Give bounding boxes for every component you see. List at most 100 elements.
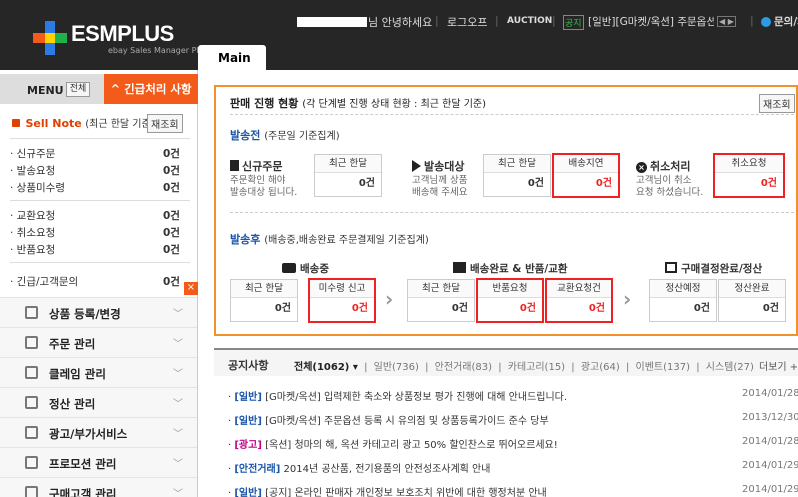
after-heading-subtitle: (배송중,배송완료 주문결제일 기준집계) [264,235,429,246]
group-title: 구매결정완료/정산 [665,261,762,276]
notice-category: [일반] [234,488,262,497]
chevron-down-icon: ﹀ [173,459,183,470]
notice-pager[interactable]: ◀ ▶ [717,16,736,27]
stat-cell-alert[interactable]: 미수령 신고 0건 [308,278,376,323]
stat-cell-value: 0건 [588,303,605,314]
group-desc: 고객님께 상품 배송해 주세요 [412,175,467,199]
group-desc-line: 배송해 주세요 [412,187,468,198]
menu-all-button[interactable]: 전체 [66,82,90,97]
chevron-down-icon: ﹀ [173,369,183,380]
top-utility-bar: 님 안녕하세요 | 로그오프 | AUCTION | 공지 [일반][G마켓/옥… [297,14,798,32]
nav-customer-management[interactable]: 구매고객 관리 ﹀ [0,477,197,497]
sidebar: MENU 전체 ^ 긴급처리 사항 Sell Note (최근 한달 기준) 재… [0,70,198,497]
stat-cell[interactable]: 정산예정 0건 [649,279,717,322]
stat-cell[interactable]: 정산완료 0건 [718,279,786,322]
stat-cell[interactable]: 최근 한달 0건 [314,154,382,197]
group-title-text: 구매결정완료/정산 [681,263,763,275]
filter-safe-trade[interactable]: 안전거래(83) [435,362,492,373]
nav-label: 광고/부가서비스 [49,427,128,441]
notice-row[interactable]: · [광고] [옥션] 청마의 해, 옥션 카테고리 광고 50% 할인찬스로 … [228,436,798,456]
filter-separator: | [625,362,630,373]
divider [230,212,794,213]
nav-settlement-management[interactable]: 정산 관리 ﹀ [0,387,197,417]
panel-refresh-button[interactable]: 재조회 [759,94,795,113]
stat-cell[interactable]: 최근 한달 0건 [407,279,475,322]
group-title: 신규주문 [230,158,282,174]
notice-category: [일반] [234,392,262,403]
panel-title-subtitle: (각 단계별 진행 상태 현황 : 최근 한달 기준) [302,99,487,110]
notice-row[interactable]: · [안전거래] 2014년 공산품, 전기용품의 안전성조사계획 안내 2014… [228,460,798,480]
stat-cell-value: 0건 [527,178,544,189]
notice-row[interactable]: · [일반] [G마켓/옥션] 주문옵션 등록 시 유의점 및 상품등록가이드 … [228,412,798,432]
stat-cell-header: 배송지연 [554,155,618,173]
stat-cell-header: 정산완료 [719,280,785,298]
filter-all[interactable]: 전체(1062) ▾ [294,362,358,373]
notice-row[interactable]: · [일반] [G마켓/옥션] 입력제한 축소와 상품정보 평가 진행에 대해 … [228,388,798,408]
stat-cell-alert[interactable]: 반품요청 0건 [476,278,544,323]
divider: | [552,14,556,27]
count-row[interactable]: · 신규주문 0건 [10,146,185,160]
stat-cell-value: 0건 [595,178,612,189]
esmplus-logo[interactable]: ESMPLUS ebay Sales Manager Plus [31,19,208,61]
notice-date: 2014/01/28 [742,436,798,447]
count-value: 0건 [163,276,180,288]
group-title: × 취소처리 [636,158,690,174]
nav-ad-services[interactable]: 광고/부가서비스 ﹀ [0,417,197,447]
divider [10,262,190,263]
count-row[interactable]: · 반품요청 0건 [10,242,185,256]
notice-board: 공지사항 전체(1062) ▾ | 일반(736) | 안전거래(83) | 카… [214,348,798,497]
count-row[interactable]: · 발송요청 0건 [10,163,185,177]
tab-main[interactable]: Main [198,45,266,70]
stat-cell-header: 최근 한달 [315,155,381,173]
notice-more-link[interactable]: 더보기 + [759,358,798,373]
stat-cell-alert[interactable]: 취소요청 0건 [713,153,785,198]
nav-promotion-management[interactable]: 프로모션 관리 ﹀ [0,447,197,477]
urgent-items-tab[interactable]: ^ 긴급처리 사항 [104,74,198,104]
nav-label: 구매고객 관리 [49,487,117,497]
filter-ad[interactable]: 광고(64) [581,362,620,373]
logout-link[interactable]: 로그오프 [447,14,487,30]
filter-event[interactable]: 이벤트(137) [636,362,691,373]
stat-cell-value: 0건 [358,178,375,189]
stat-cell-header: 최근 한달 [484,155,550,173]
notice-date: 2013/12/30 [742,412,798,423]
topbar-notice-link[interactable]: [일반][G마켓/옥션] 주문옵션 등록 시 유의 [588,14,714,29]
count-row[interactable]: · 취소요청 0건 [10,225,185,239]
stat-cell-alert[interactable]: 교환요청건 0건 [545,278,613,323]
filter-category[interactable]: 카테고리(15) [508,362,565,373]
count-row[interactable]: · 교환요청 0건 [10,208,185,222]
count-row[interactable]: · 상품미수령 0건 [10,180,185,194]
chevron-down-icon: ﹀ [173,399,183,410]
chevron-down-icon: ﹀ [173,489,183,497]
auction-link[interactable]: AUCTION [507,16,552,26]
nav-product-register[interactable]: 상품 등록/변경 ﹀ [0,297,197,327]
count-row[interactable]: · 긴급/고객문의 0건 [10,274,185,288]
filter-system[interactable]: 시스템(27) [706,362,754,373]
arrow-right-icon [412,160,421,172]
group-desc-line: 고객님께 상품 [412,175,468,186]
logo-subtitle: ebay Sales Manager Plus [108,46,208,55]
close-icon[interactable]: × [184,282,198,295]
divider: | [435,14,439,27]
count-value: 0건 [163,210,180,222]
filter-separator: | [364,362,368,373]
sellnote-refresh-button[interactable]: 재조회 [147,114,183,133]
stat-cell-value: 0건 [274,303,291,314]
nav-label: 클레임 관리 [49,367,106,381]
nav-claim-management[interactable]: 클레임 관리 ﹀ [0,357,197,387]
stat-cell[interactable]: 최근 한달 0건 [483,154,551,197]
count-label: · 상품미수령 [10,182,65,194]
inquiry-link[interactable]: 문의/채 [774,14,798,29]
nav-order-management[interactable]: 주문 관리 ﹀ [0,327,197,357]
sellnote-subtitle: (최근 한달 기준) [85,119,155,130]
filter-general[interactable]: 일반(736) [374,362,419,373]
stat-cell-value: 0건 [451,303,468,314]
stat-cell[interactable]: 최근 한달 0건 [230,279,298,322]
notice-row[interactable]: · [일반] [공지] 온라인 판매자 개인정보 보호조치 위반에 대한 행정처… [228,484,798,497]
count-value: 0건 [163,244,180,256]
settlement-icon [25,396,38,409]
sellnote-header: Sell Note (최근 한달 기준) 재조회 [12,114,192,133]
stat-cell-alert[interactable]: 배송지연 0건 [552,153,620,198]
after-shipping-heading: 발송후 (배송중,배송완료 주문결제일 기준집계) [230,231,429,247]
notice-text: [G마켓/옥션] 입력제한 축소와 상품정보 평가 진행에 대해 안내드립니다. [265,392,568,403]
